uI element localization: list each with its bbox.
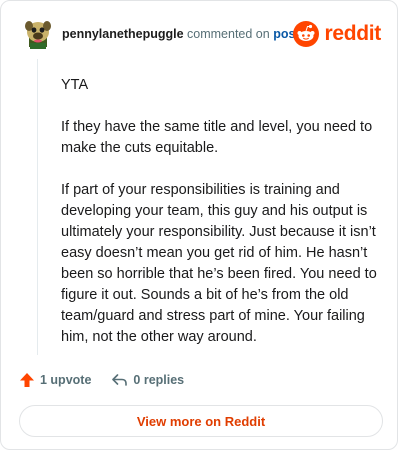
upvote-button[interactable]: 1 upvote <box>19 372 91 388</box>
thread-line <box>37 59 38 355</box>
comment-header: pennylanethepuggle commented on post red… <box>17 15 381 55</box>
replies-button[interactable]: 0 replies <box>111 372 184 388</box>
comment-body: YTA If they have the same title and leve… <box>61 75 377 369</box>
comment-byline: pennylanethepuggle commented on post <box>62 27 300 41</box>
reddit-wordmark: reddit <box>324 22 381 45</box>
pug-avatar-icon <box>25 21 51 49</box>
comment-paragraph: If they have the same title and level, y… <box>61 119 373 156</box>
comment-paragraph: YTA <box>61 77 89 93</box>
view-more-button[interactable]: View more on Reddit <box>19 405 383 437</box>
comment-paragraph: If part of your responsibilities is trai… <box>61 182 377 345</box>
reddit-logo-icon <box>293 21 320 47</box>
upvote-arrow-icon <box>20 373 34 387</box>
reddit-brand[interactable]: reddit <box>293 19 381 49</box>
upvote-count: 1 upvote <box>40 373 92 387</box>
replies-count: 0 replies <box>133 373 185 387</box>
user-avatar[interactable] <box>21 17 55 51</box>
username-link[interactable]: pennylanethepuggle <box>62 27 184 41</box>
commented-on-text: commented on <box>187 27 270 41</box>
comment-embed-card: pennylanethepuggle commented on post red… <box>0 0 398 450</box>
reply-arrow-icon <box>112 374 128 386</box>
comment-actions: 1 upvote 0 replies <box>19 369 204 391</box>
